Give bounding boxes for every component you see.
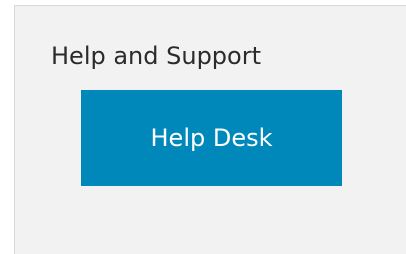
help-desk-button[interactable]: Help Desk [81, 90, 342, 186]
help-support-panel: Help and Support Help Desk [14, 5, 406, 254]
help-desk-button-label: Help Desk [150, 124, 273, 152]
panel-title: Help and Support [51, 42, 261, 70]
